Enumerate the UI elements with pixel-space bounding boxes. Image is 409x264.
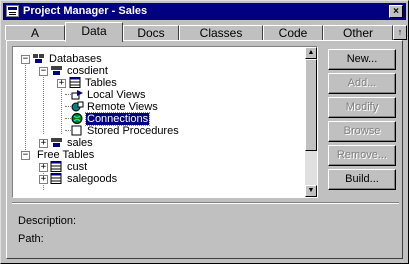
new-button[interactable]: New... [328,49,396,70]
expand-icon[interactable]: + [39,139,48,148]
collapse-icon[interactable]: − [21,55,30,64]
expand-icon[interactable]: + [39,163,48,172]
tab-classes[interactable]: Classes [179,25,263,40]
browse-button[interactable]: Browse [328,121,396,142]
stored-procedures-icon [71,125,84,136]
tables-icon [69,77,82,88]
remote-views-icon [71,101,84,112]
tab-docs[interactable]: Docs [123,25,179,40]
build-button[interactable]: Build... [328,169,396,190]
connections-icon [71,113,84,124]
tree-item-label: Connections [84,112,151,126]
tree-item-label: cosdient [67,65,108,77]
modify-button[interactable]: Modify [328,97,396,118]
tree-item-label: sales [67,137,93,149]
local-views-icon [71,89,84,100]
collapse-icon[interactable]: − [21,151,30,160]
tree-item-label: Remote Views [87,101,158,113]
tree-item-label: cust [67,161,88,173]
tree-item-label: Tables [85,77,117,89]
window-title: Project Manager - Sales [23,5,148,17]
database-icon [50,137,63,148]
project-icon [6,5,19,17]
tab-data[interactable]: Data [65,22,123,42]
details-separator [12,202,399,204]
remove-button[interactable]: Remove... [328,145,396,166]
collapse-icon[interactable]: − [39,67,48,76]
scroll-down-button[interactable]: ▼ [305,185,317,197]
expand-icon[interactable]: + [57,79,66,88]
table-icon [50,161,63,172]
database-icon [50,65,63,76]
tab-other[interactable]: Other [323,25,393,40]
tree-item-label: Stored Procedures [87,125,179,137]
tree-item-label: Databases [49,53,102,65]
path-label: Path: [18,233,44,245]
tree-item-label: salegoods [67,173,118,185]
scroll-thumb[interactable] [305,59,317,151]
tab-strip: A Data Docs Classes Code Other ↑ [1,21,409,42]
tab-code[interactable]: Code [263,25,323,40]
table-icon [50,173,63,184]
tree-item-label: Local Views [87,89,146,101]
tab-scroll-button[interactable]: ↑ [393,25,407,40]
expand-icon[interactable]: + [39,175,48,184]
project-manager-window: Project Manager - Sales × A Data Docs Cl… [0,0,409,264]
close-button[interactable]: × [389,5,403,18]
tab-all[interactable]: A [5,25,65,40]
title-bar[interactable]: Project Manager - Sales × [3,3,406,20]
add-button[interactable]: Add... [328,73,396,94]
project-tree[interactable]: − Databases − cosdient + Tables Local Vi… [12,46,318,198]
tree-scrollbar[interactable]: ▲ ▼ [305,47,317,197]
tree-item-label: Free Tables [37,149,95,161]
databases-icon [32,53,45,64]
description-label: Description: [18,215,77,227]
scroll-up-button[interactable]: ▲ [305,47,317,59]
